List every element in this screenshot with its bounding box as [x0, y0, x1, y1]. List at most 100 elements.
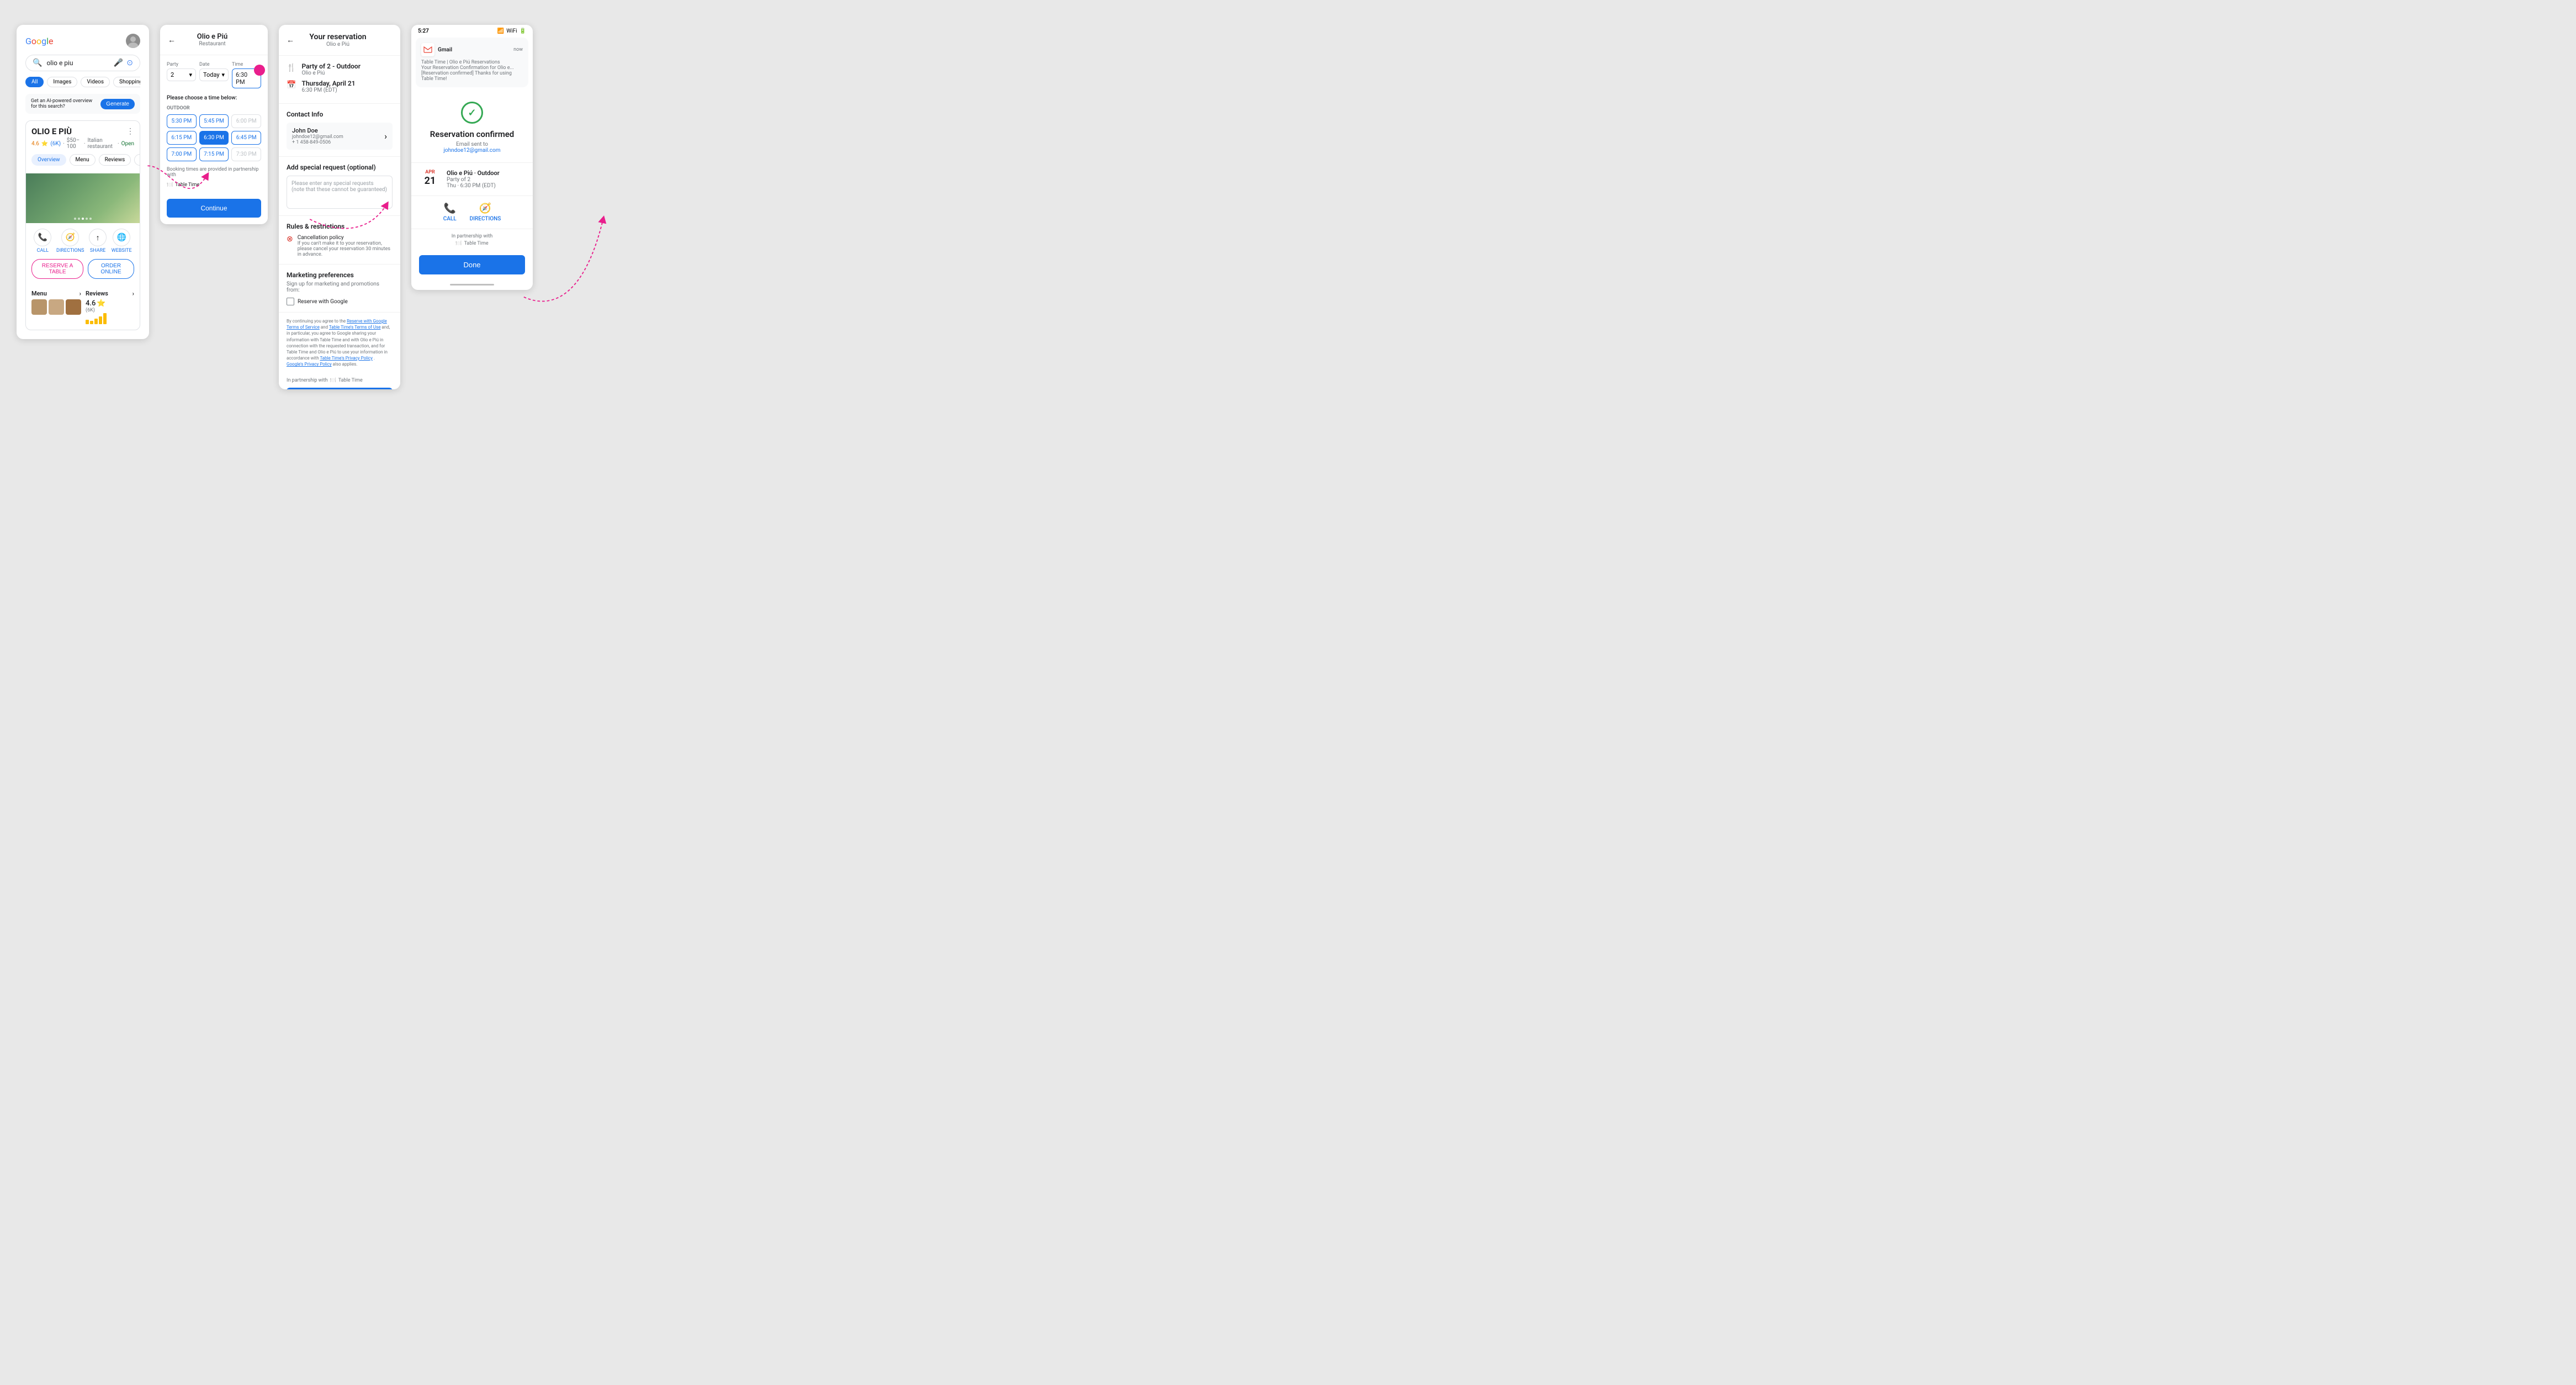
menu-card: Menu ›: [31, 290, 81, 324]
date-value: Today: [203, 71, 220, 78]
email-sent-label: Email sent to: [420, 141, 524, 147]
avatar[interactable]: [126, 34, 140, 48]
pill-images[interactable]: Images: [47, 77, 77, 87]
done-button[interactable]: Done: [419, 255, 525, 274]
google-privacy-link[interactable]: Google's Privacy Policy: [287, 362, 332, 367]
reserve-table-button[interactable]: RESERVE A TABLE: [31, 259, 83, 279]
generate-button[interactable]: Generate: [100, 99, 135, 109]
nav-overview[interactable]: Overview: [31, 154, 66, 166]
booking-restaurant: Olio e Piú · Outdoor: [447, 170, 525, 177]
rwg-checkbox[interactable]: [287, 298, 294, 305]
share-action[interactable]: ↑ SHARE: [89, 229, 107, 253]
legal-text: By continuing you agree to the Reserve w…: [279, 313, 400, 373]
time-slot-615[interactable]: 6:15 PM: [167, 131, 197, 145]
legal-and: and: [321, 325, 329, 330]
pill-videos[interactable]: Videos: [81, 77, 110, 87]
order-online-button[interactable]: ORDER ONLINE: [88, 259, 134, 279]
dot5: [89, 218, 92, 220]
time-picker-header: ← Olio e Piú Restaurant: [160, 25, 268, 55]
image-dots: [74, 218, 92, 220]
reviews-card: Reviews › 4.6 ⭐ (6K): [86, 290, 134, 324]
notif-subtitle-text: Your Reservation Confirmation for Olio e…: [421, 65, 523, 71]
date-month: APR: [419, 170, 441, 175]
back-button[interactable]: ←: [168, 35, 176, 45]
notification-card: Gmail now Table Time | Olio e Piú Reserv…: [416, 38, 528, 87]
time-slot-530[interactable]: 5:30 PM: [167, 114, 197, 128]
table-privacy-link[interactable]: Table Time's Privacy Policy: [320, 356, 373, 361]
lens-icon[interactable]: ⊙: [126, 59, 133, 67]
search-icon: 🔍: [33, 59, 42, 67]
booking-time: Thu · 6:30 PM (EDT): [447, 183, 525, 189]
reservation-time: 6:30 PM (EDT): [301, 87, 355, 93]
call-action[interactable]: 📞 CALL: [34, 229, 51, 253]
cta-buttons: RESERVE A TABLE ORDER ONLINE: [26, 259, 140, 284]
time-slot-715[interactable]: 7:15 PM: [199, 147, 229, 161]
more-options-icon[interactable]: ⋮: [126, 127, 134, 136]
marketing-section: Marketing preferences Sign up for market…: [279, 265, 400, 313]
website-action[interactable]: 🌐 WEBSITE: [112, 229, 132, 253]
contact-phone: + 1 458-849-0506: [292, 140, 343, 145]
status-icons: 📶 WiFi 🔋: [497, 28, 526, 34]
table-time-logo: 🍽️ Table Time: [167, 182, 261, 188]
cancel-policy-title: Cancellation policy: [298, 235, 393, 241]
pill-shopping[interactable]: Shopping: [113, 77, 140, 87]
party-label: Party: [167, 62, 196, 67]
date-box: APR 21: [419, 170, 441, 189]
time-dropdown[interactable]: 6:30 PM: [232, 68, 261, 88]
pill-all[interactable]: All: [25, 77, 44, 87]
nav-menu[interactable]: Menu: [70, 154, 96, 166]
time-slot-630[interactable]: 6:30 PM: [199, 131, 229, 145]
party-info-section: 🍴 Party of 2 - Outdoor Olio e Piú 📅 Thur…: [279, 56, 400, 104]
party-dropdown[interactable]: 2 ▾: [167, 68, 196, 81]
calendar-icon: 📅: [287, 81, 296, 89]
confirmed-section: ✓ Reservation confirmed Email sent to jo…: [411, 93, 533, 162]
conf-directions-action[interactable]: 🧭 DIRECTIONS: [470, 203, 501, 222]
party-selector: Party 2 ▾: [167, 62, 196, 88]
table-tos-link[interactable]: Table Time's Terms of Use: [329, 325, 381, 330]
food-thumbnails: [31, 299, 81, 315]
notif-time: now: [513, 47, 523, 52]
search-bar[interactable]: 🔍 olio e piu 🎤 ⊙: [25, 55, 140, 71]
special-req-input[interactable]: Please enter any special requests (note …: [287, 176, 393, 209]
nav-reviews[interactable]: Reviews: [99, 154, 131, 166]
menu-card-title[interactable]: Menu ›: [31, 290, 81, 297]
reviews-card-title[interactable]: Reviews ›: [86, 290, 134, 297]
partner-row: In partnership with 🍽️ Table Time: [279, 373, 400, 383]
conf-directions-icon: 🧭: [479, 203, 491, 214]
contact-box[interactable]: John Doe johndoe12@gmail.com + 1 458-849…: [287, 123, 393, 150]
booking-detail-row: APR 21 Olio e Piú · Outdoor Party of 2 T…: [411, 162, 533, 195]
conf-action-row: 📞 CALL 🧭 DIRECTIONS: [411, 195, 533, 229]
partner-icon: 🍽️: [330, 378, 336, 383]
partner-name: Table Time: [338, 378, 363, 383]
time-slot-545[interactable]: 5:45 PM: [199, 114, 229, 128]
cancellation-policy: ⊗ Cancellation policy If you can't make …: [287, 235, 393, 257]
date-dropdown[interactable]: Today ▾: [199, 68, 229, 81]
reservation-date: Thursday, April 21: [301, 80, 355, 87]
directions-action[interactable]: 🧭 DIRECTIONS: [56, 229, 84, 253]
bar-2: [90, 321, 93, 324]
microphone-icon[interactable]: 🎤: [114, 59, 123, 67]
booking-credit-text: Booking times are provided in partnershi…: [167, 167, 261, 178]
party-value: 2: [171, 71, 174, 78]
party-date-row: Party 2 ▾ Date Today ▾ Time 6: [167, 62, 261, 88]
restaurant-title: Olio e Piú: [176, 33, 249, 41]
rules-title: Rules & restrictions: [287, 223, 393, 230]
continue-button[interactable]: Continue: [167, 199, 261, 218]
conf-call-action[interactable]: 📞 CALL: [443, 203, 457, 222]
call-icon: 📞: [34, 229, 51, 246]
dot3: [82, 218, 84, 220]
confirmed-title: Reservation confirmed: [420, 129, 524, 139]
status-bar: 5:27 📶 WiFi 🔋: [411, 25, 533, 38]
reserve-button[interactable]: Reserve: [287, 388, 393, 390]
time-slot-645[interactable]: 6:45 PM: [231, 131, 261, 145]
time-slot-700[interactable]: 7:00 PM: [167, 147, 197, 161]
directions-label: DIRECTIONS: [56, 248, 84, 253]
signal-icon: 📶: [497, 28, 504, 34]
separator: ·: [63, 141, 65, 147]
conf-partner-name: Table Time: [464, 241, 489, 246]
nav-photos[interactable]: Photos: [134, 154, 140, 166]
dot2: [78, 218, 80, 220]
back-button-2[interactable]: ←: [287, 35, 294, 45]
screen-confirmation: 5:27 📶 WiFi 🔋 Gmail: [411, 25, 533, 290]
legal-prefix: By continuing you agree to the: [287, 319, 347, 324]
